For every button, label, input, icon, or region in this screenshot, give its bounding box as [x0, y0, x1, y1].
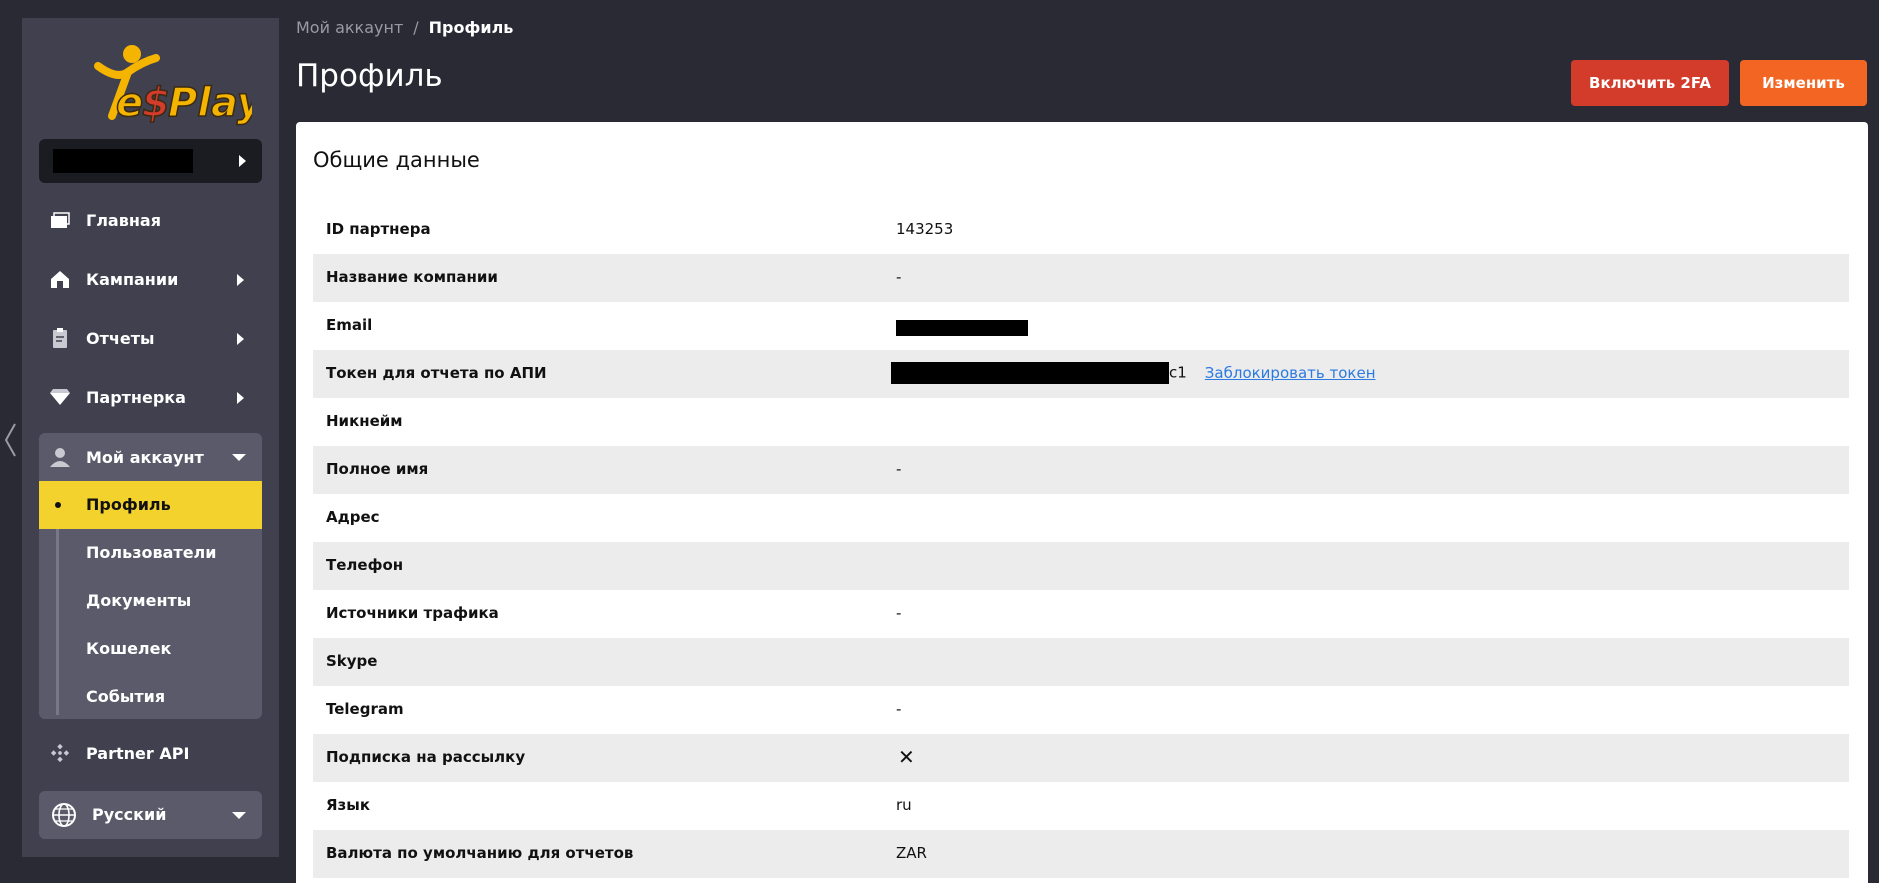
block-token-link[interactable]: Заблокировать токен	[1205, 364, 1376, 382]
table-row: Источники трафика -	[313, 590, 1849, 638]
sidebar-item-label: Partner API	[86, 743, 190, 763]
row-value: 143253	[896, 220, 954, 238]
row-key: Email	[326, 316, 373, 334]
sidebar-item-partner-api[interactable]: Partner API	[39, 729, 262, 777]
row-value	[896, 318, 1028, 336]
chevron-right-icon	[237, 333, 244, 345]
enable-2fa-button[interactable]: Включить 2FA	[1571, 60, 1729, 106]
page-title: Профиль	[296, 58, 443, 94]
row-key: Адрес	[326, 508, 380, 526]
row-key: Валюта по умолчанию для отчетов	[326, 844, 634, 862]
row-value: ru	[896, 796, 912, 814]
sidebar-subitem-users[interactable]: Пользователи	[39, 529, 262, 577]
breadcrumb-current: Профиль	[428, 18, 514, 37]
close-icon: ✕	[898, 745, 915, 769]
row-key: Токен для отчета по АПИ	[326, 364, 547, 382]
sidebar-subitem-label: События	[86, 687, 166, 706]
sidebar-item-label: Главная	[86, 210, 161, 230]
redacted-account-name	[53, 149, 193, 173]
sidebar-item-campaigns[interactable]: Кампании	[39, 255, 262, 303]
row-key: Язык	[326, 796, 371, 814]
row-key: Полное имя	[326, 460, 429, 478]
table-row: ID партнера 143253	[313, 206, 1849, 254]
breadcrumb-my-account[interactable]: Мой аккаунт	[296, 18, 403, 37]
row-value: -	[896, 700, 902, 718]
table-row: Полное имя -	[313, 446, 1849, 494]
row-key: Телефон	[326, 556, 404, 574]
sidebar-subitem-profile[interactable]: Профиль	[39, 481, 262, 529]
sidebar-subitem-label: Профиль	[86, 495, 171, 514]
sidebar-subitem-label: Кошелек	[86, 639, 172, 658]
language-selector[interactable]: Русский	[39, 791, 262, 839]
table-row: Название компании -	[313, 254, 1849, 302]
sidebar-subitem-label: Пользователи	[86, 543, 217, 562]
sidebar: e $ Play Главная Кампании Отчеты	[22, 18, 279, 857]
row-value: ZAR	[896, 844, 927, 862]
card-title: Общие данные	[313, 148, 480, 172]
diamond-icon	[50, 389, 70, 405]
collapse-sidebar-icon[interactable]	[2, 420, 20, 460]
sidebar-item-my-account[interactable]: Мой аккаунт	[39, 433, 262, 481]
table-row: Телефон	[313, 542, 1849, 590]
token-suffix: c1	[1169, 363, 1187, 382]
table-row: Подписка на рассылку ✕	[313, 734, 1849, 782]
row-key: Источники трафика	[326, 604, 499, 622]
redacted-email	[896, 319, 1028, 336]
table-row: Email	[313, 302, 1849, 350]
sidebar-subitem-documents[interactable]: Документы	[39, 577, 262, 625]
chevron-right-icon	[237, 392, 244, 404]
sidebar-subitem-wallet[interactable]: Кошелек	[39, 625, 262, 673]
account-selector[interactable]	[39, 139, 262, 183]
sidebar-item-label: Отчеты	[86, 328, 155, 348]
table-row: Адрес	[313, 494, 1849, 542]
redacted-token	[891, 362, 1169, 384]
svg-text:Play: Play	[168, 80, 252, 126]
chevron-down-icon	[232, 454, 246, 461]
breadcrumb-separator: /	[413, 18, 419, 37]
globe-icon	[52, 803, 76, 827]
user-icon	[50, 448, 70, 467]
sidebar-subitem-label: Документы	[86, 591, 192, 610]
row-key: Telegram	[326, 700, 404, 718]
row-key: ID партнера	[326, 220, 431, 238]
sidebar-item-label: Мой аккаунт	[86, 447, 204, 467]
chevron-right-icon	[237, 274, 244, 286]
svg-text:e: e	[116, 80, 143, 126]
svg-text:$: $	[142, 80, 170, 126]
sidebar-item-reports[interactable]: Отчеты	[39, 314, 262, 362]
profile-card: Общие данные ID партнера 143253 Название…	[296, 122, 1868, 883]
language-label: Русский	[92, 805, 167, 824]
row-value: c1 Заблокировать токен	[891, 362, 1376, 384]
chevron-down-icon	[232, 812, 246, 819]
active-dot-icon	[55, 502, 61, 508]
edit-button[interactable]: Изменить	[1740, 60, 1867, 106]
table-row: Валюта по умолчанию для отчетов ZAR	[313, 830, 1849, 878]
table-row: Telegram -	[313, 686, 1849, 734]
clipboard-icon	[53, 328, 67, 348]
row-key: Никнейм	[326, 412, 403, 430]
sidebar-item-home[interactable]: Главная	[39, 196, 262, 244]
api-icon	[50, 743, 70, 763]
cards-icon	[51, 212, 70, 228]
row-key: Подписка на рассылку	[326, 748, 526, 766]
table-row: Skype	[313, 638, 1849, 686]
row-key: Название компании	[326, 268, 498, 286]
yesplay-logo[interactable]: e $ Play	[72, 38, 252, 138]
table-row: Никнейм	[313, 398, 1849, 446]
home-icon	[51, 271, 69, 288]
row-value: -	[896, 268, 902, 286]
table-row: Токен для отчета по АПИ c1 Заблокировать …	[313, 350, 1849, 398]
sidebar-item-label: Кампании	[86, 269, 179, 289]
sidebar-subitem-events[interactable]: События	[39, 673, 262, 721]
sidebar-item-partner[interactable]: Партнерка	[39, 373, 262, 421]
row-value: -	[896, 604, 902, 622]
sidebar-item-label: Партнерка	[86, 387, 186, 407]
row-key: Skype	[326, 652, 378, 670]
row-value: -	[896, 460, 902, 478]
breadcrumb: Мой аккаунт / Профиль	[296, 18, 513, 37]
profile-table: ID партнера 143253 Название компании - E…	[313, 206, 1849, 878]
table-row: Язык ru	[313, 782, 1849, 830]
chevron-right-icon	[239, 155, 246, 167]
